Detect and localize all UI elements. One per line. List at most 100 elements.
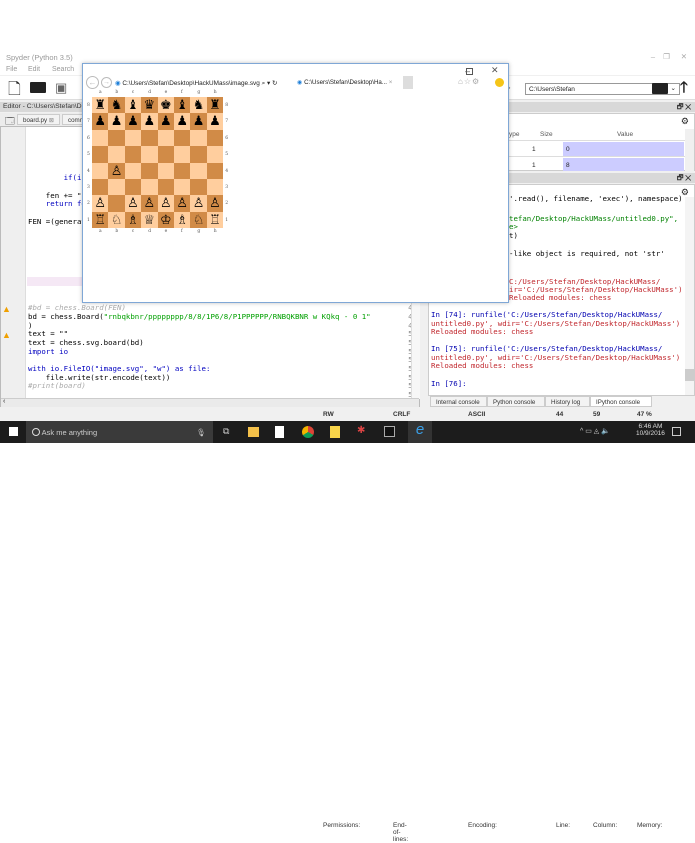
forward-button[interactable]: →: [101, 77, 112, 88]
file-label: c: [131, 90, 135, 95]
new-tab-button[interactable]: [403, 76, 413, 89]
close-tab-icon[interactable]: ⊠: [49, 117, 54, 124]
microphone-icon[interactable]: 🎙: [196, 428, 206, 437]
code-line: FEN =(generat: [28, 216, 86, 226]
address-text: C:\Users\Stefan\Desktop\HackUMass\image.…: [122, 80, 260, 87]
variables-scrollbar[interactable]: [685, 129, 694, 171]
new-file-icon[interactable]: 🗋: [8, 78, 21, 105]
close-button[interactable]: ✕: [681, 52, 687, 61]
board-square: ♛: [141, 97, 158, 114]
board-square: [157, 162, 174, 179]
board-square: ♘: [190, 211, 207, 229]
memory-status: Memory: 47 %: [637, 411, 663, 829]
open-folder-icon[interactable]: [30, 82, 46, 93]
rank-label: 3: [87, 185, 90, 190]
spyder-icon[interactable]: ✱: [357, 425, 365, 436]
tab-board-py[interactable]: board.py ⊠: [17, 114, 61, 125]
browse-folder-icon[interactable]: [652, 83, 668, 94]
board-square: [190, 179, 207, 196]
board-square: ♟: [92, 113, 109, 130]
code-line: text = "": [28, 329, 69, 339]
maximize-button[interactable]: ❐: [663, 52, 670, 61]
board-square: [157, 179, 174, 196]
action-center-icon[interactable]: [672, 427, 681, 436]
clock[interactable]: 6:46 AM 10/9/2016: [636, 423, 665, 437]
rank-label: 2: [87, 201, 90, 207]
board-square: [141, 179, 158, 196]
board-square: ♗: [124, 211, 142, 229]
board-square: [141, 162, 158, 179]
console-tab[interactable]: IPython console: [590, 396, 652, 407]
code-line: with io.FileIO("image.svg", "w") as file…: [28, 364, 211, 374]
file-label: d: [148, 90, 152, 95]
close-button[interactable]: ✕: [491, 65, 499, 76]
parent-dir-arrow-icon[interactable]: 🡑: [680, 77, 688, 102]
smiley-feedback-icon[interactable]: [495, 78, 504, 87]
back-button[interactable]: ←: [86, 76, 99, 89]
scroll-left-icon[interactable]: ‹: [3, 398, 5, 405]
search-icon[interactable]: ⌕: [262, 80, 266, 87]
board-square: ♜: [206, 97, 224, 114]
file-label: f: [181, 90, 183, 95]
editor-title: Editor - C:\Users\Stefan\Deskt: [3, 103, 95, 110]
encoding-status: Encoding: ASCII: [468, 411, 497, 829]
file-label: h: [213, 90, 217, 95]
rank-label: 1: [225, 217, 229, 223]
save-icon[interactable]: ▣: [55, 80, 67, 96]
file-label: g: [197, 229, 201, 235]
file-label: f: [181, 229, 183, 235]
rank-label: 1: [87, 217, 90, 223]
board-square: ♙: [157, 195, 174, 212]
rank-label: 7: [87, 119, 90, 125]
file-label: d: [148, 229, 152, 235]
console-scrollbar[interactable]: [685, 197, 694, 395]
maximize-icon[interactable]: [466, 68, 473, 75]
windows-start-icon[interactable]: [9, 427, 18, 436]
sticky-notes-icon[interactable]: [330, 426, 340, 438]
file-label: g: [197, 90, 201, 95]
console-tab[interactable]: Internal console: [430, 396, 487, 407]
browser-tab[interactable]: ◉ C:\Users\Stefan\Desktop\Ha... ×: [295, 76, 403, 89]
rank-label: 5: [225, 152, 229, 158]
warning-icon[interactable]: ▲: [2, 304, 11, 314]
horizontal-scrollbar[interactable]: ‹: [1, 398, 419, 407]
system-tray-icons[interactable]: ^ ▭ ◬ 🔈: [580, 427, 610, 435]
console-tab[interactable]: History log: [545, 396, 590, 407]
board-square: [124, 162, 142, 179]
chrome-icon[interactable]: [302, 426, 314, 438]
warning-icon[interactable]: ▲: [2, 330, 11, 340]
task-view-icon[interactable]: ⧉: [223, 426, 229, 437]
cortana-search-box[interactable]: Ask me anything 🎙: [26, 421, 213, 443]
value-header[interactable]: Value: [617, 131, 633, 138]
rank-label: 4: [225, 168, 229, 174]
file-label: e: [164, 229, 168, 235]
line-number-gutter: [1, 127, 26, 406]
board-square: ♙: [108, 162, 125, 179]
store-icon[interactable]: [275, 426, 284, 438]
menu-file[interactable]: File: [6, 66, 17, 73]
home-favorites-settings-icons[interactable]: ⌂☆⚙: [458, 77, 480, 86]
address-bar[interactable]: ◉ C:\Users\Stefan\Desktop\HackUMass\imag…: [113, 76, 293, 89]
board-square: [206, 162, 224, 179]
minimize-button[interactable]: –: [651, 52, 655, 61]
board-square: [124, 146, 142, 163]
window-title: Spyder (Python 3.5): [6, 53, 73, 62]
menu-search[interactable]: Search: [52, 66, 74, 73]
close-tab-icon[interactable]: ×: [389, 79, 393, 86]
console-line: t): [509, 231, 518, 240]
board-square: [92, 129, 109, 147]
terminal-icon[interactable]: [384, 426, 395, 437]
console-line: Reloaded modules: chess: [431, 327, 534, 336]
code-line: file.write(str.encode(text)): [28, 372, 171, 382]
refresh-icon[interactable]: ↻: [272, 80, 277, 87]
menu-edit[interactable]: Edit: [28, 66, 40, 73]
ie-page-icon: ◉: [115, 80, 121, 87]
internet-explorer-icon[interactable]: e: [408, 421, 432, 443]
console-tab[interactable]: Python console: [487, 396, 545, 407]
gear-icon[interactable]: ⚙: [681, 116, 689, 127]
board-square: [92, 179, 109, 196]
type-header[interactable]: ype: [509, 131, 519, 138]
size-header[interactable]: Size: [540, 131, 553, 138]
board-square: [190, 129, 207, 147]
file-explorer-icon[interactable]: [248, 427, 259, 437]
